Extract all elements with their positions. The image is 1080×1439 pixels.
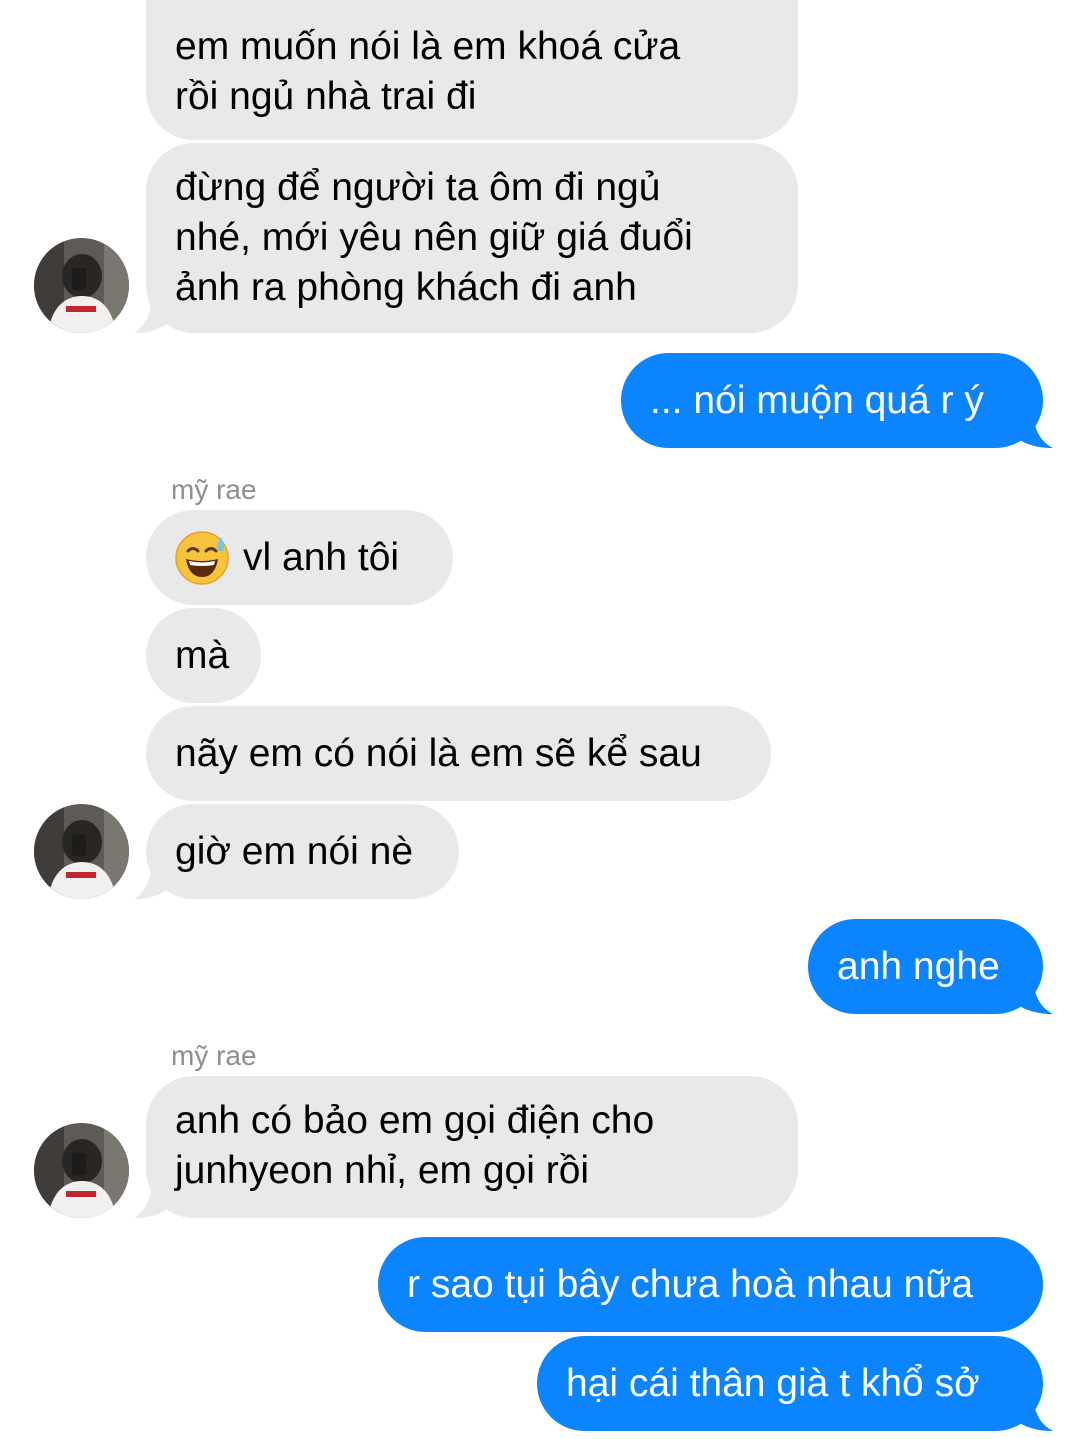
bubble-tail bbox=[134, 1178, 170, 1218]
incoming-message[interactable]: đừng để người ta ôm đi ngủ nhé, mới yêu … bbox=[146, 143, 798, 333]
avatar-photo-icon bbox=[34, 1123, 129, 1218]
message-line: em muốn nói là em khoá cửa bbox=[175, 25, 681, 68]
sender-name: mỹ rae bbox=[171, 1040, 257, 1071]
avatar-photo-icon bbox=[34, 804, 129, 899]
incoming-message[interactable]: giờ em nói nè bbox=[146, 804, 459, 899]
message-line: ảnh ra phòng khách đi anh bbox=[175, 266, 637, 309]
message-line: anh có bảo em gọi điện cho bbox=[175, 1099, 655, 1142]
incoming-message[interactable]: mà bbox=[146, 608, 261, 703]
outgoing-message[interactable]: anh nghe bbox=[808, 919, 1043, 1014]
bubble-tail bbox=[1015, 408, 1053, 448]
message-text: r sao tụi bây chưa hoà nhau nữa bbox=[407, 1262, 974, 1306]
avatar[interactable] bbox=[34, 238, 129, 333]
message-text: nãy em có nói là em sẽ kể sau bbox=[175, 731, 702, 775]
outgoing-message[interactable]: hại cái thân già t khổ sở bbox=[537, 1336, 1043, 1431]
message-text: giờ em nói nè bbox=[175, 829, 414, 873]
sweat-smile-emoji-icon bbox=[175, 530, 229, 585]
message-line: junhyeon nhỉ, em gọi rồi bbox=[175, 1149, 590, 1192]
outgoing-message[interactable]: ... nói muộn quá r ý bbox=[621, 353, 1043, 448]
bubble-tail bbox=[134, 859, 170, 899]
avatar[interactable] bbox=[34, 804, 129, 899]
incoming-message[interactable]: vl anh tôi bbox=[146, 510, 453, 605]
incoming-message[interactable]: anh có bảo em gọi điện cho junhyeon nhỉ,… bbox=[146, 1076, 798, 1218]
bubble-tail bbox=[1015, 1391, 1053, 1431]
message-line: đừng để người ta ôm đi ngủ bbox=[175, 166, 661, 209]
bubble-tail bbox=[1015, 974, 1053, 1014]
message-text: ... nói muộn quá r ý bbox=[650, 378, 984, 422]
sender-name: mỹ rae bbox=[171, 474, 257, 505]
bubble-tail bbox=[134, 293, 170, 333]
incoming-message[interactable]: nãy em có nói là em sẽ kể sau bbox=[146, 706, 771, 801]
message-line: nhé, mới yêu nên giữ giá đuổi bbox=[175, 216, 693, 259]
message-line: rồi ngủ nhà trai đi bbox=[175, 75, 477, 118]
avatar-photo-icon bbox=[34, 238, 129, 333]
message-text: anh nghe bbox=[837, 944, 1000, 988]
outgoing-message[interactable]: r sao tụi bây chưa hoà nhau nữa bbox=[378, 1237, 1043, 1332]
message-text: mà bbox=[175, 633, 230, 677]
avatar[interactable] bbox=[34, 1123, 129, 1218]
message-text: hại cái thân già t khổ sở bbox=[566, 1361, 980, 1405]
message-text: vl anh tôi bbox=[243, 535, 400, 579]
incoming-message[interactable]: em muốn nói là em khoá cửa rồi ngủ nhà t… bbox=[146, 0, 798, 140]
